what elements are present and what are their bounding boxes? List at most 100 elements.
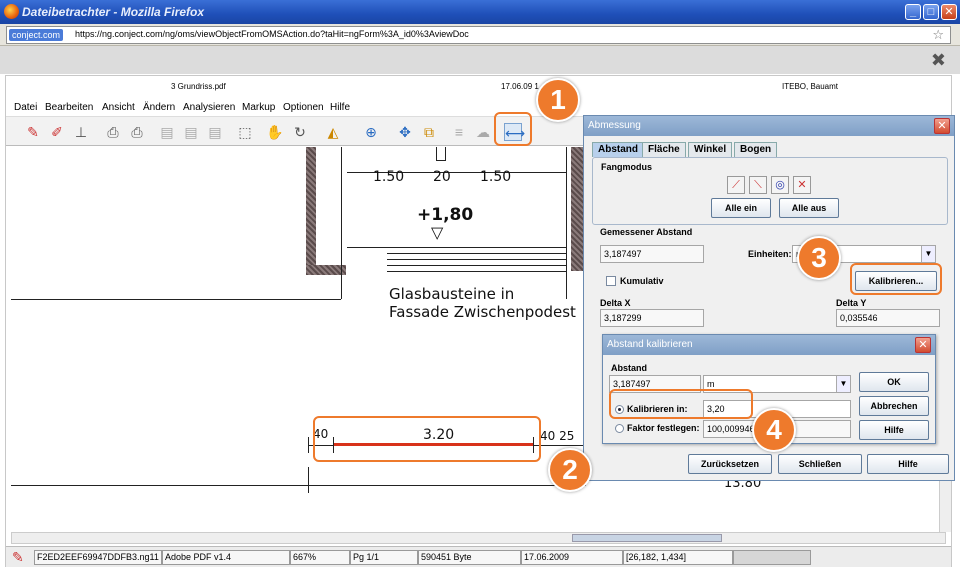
gemessener-abstand-label: Gemessener Abstand bbox=[600, 227, 693, 237]
pan-hand-icon[interactable]: ✋ bbox=[266, 123, 284, 141]
print-preview-icon[interactable]: ⎙ bbox=[128, 123, 146, 141]
window-title: Dateibetrachter - Mozilla Firefox bbox=[22, 5, 205, 19]
menu-aendern[interactable]: Ändern bbox=[143, 102, 175, 113]
plan-line bbox=[341, 147, 342, 299]
snap-midpoint-icon[interactable]: ⟍ bbox=[749, 176, 767, 194]
abstand-label: Abstand bbox=[611, 363, 647, 373]
callout-box-3 bbox=[850, 263, 942, 295]
redline-pen-icon[interactable]: ✎ bbox=[24, 123, 42, 141]
callout-number-1: 1 bbox=[536, 78, 580, 122]
kalibrieren-hilfe-button[interactable]: Hilfe bbox=[859, 420, 929, 440]
drawing-canvas[interactable]: 1.50 20 1.50 +1,80 ▽ Glasbausteine in Fa… bbox=[11, 147, 586, 532]
firefox-icon bbox=[4, 4, 19, 19]
delta-y-field: 0,035546 bbox=[836, 309, 940, 327]
status-filesize: 590451 Byte bbox=[418, 550, 521, 565]
zoom-fit-icon[interactable]: ✥ bbox=[396, 123, 414, 141]
address-bar: conject.com https://ng.conject.com/ng/om… bbox=[0, 24, 960, 46]
plan-line bbox=[11, 485, 586, 486]
header-filename: 3 Grundriss.pdf bbox=[171, 82, 226, 91]
zuruecksetzen-button[interactable]: Zurücksetzen bbox=[688, 454, 772, 474]
tab-bogen[interactable]: Bogen bbox=[734, 142, 778, 157]
schliessen-button[interactable]: Schließen bbox=[778, 454, 862, 474]
delta-x-field: 3,187299 bbox=[600, 309, 704, 327]
status-date: 17.06.2009 bbox=[521, 550, 623, 565]
plan-note: Glasbausteine in bbox=[389, 285, 515, 303]
alle-aus-button[interactable]: Alle aus bbox=[779, 198, 839, 218]
plan-note: Fassade Zwischenpodest bbox=[389, 303, 576, 321]
faktor-festlegen-radio[interactable] bbox=[615, 424, 624, 433]
site-identity-badge[interactable]: conject.com bbox=[9, 29, 64, 41]
url-field[interactable]: conject.com https://ng.conject.com/ng/om… bbox=[6, 26, 951, 44]
menu-optionen[interactable]: Optionen bbox=[283, 102, 324, 113]
kumulativ-checkbox[interactable] bbox=[606, 276, 616, 286]
stamp-icon[interactable]: ⊥ bbox=[72, 123, 90, 141]
close-icon[interactable]: ✕ bbox=[915, 337, 931, 353]
fit-page-icon[interactable]: ⬚ bbox=[236, 123, 254, 141]
minimize-button[interactable]: _ bbox=[905, 4, 921, 20]
stair-line bbox=[387, 253, 567, 254]
contrast-icon[interactable]: ◭ bbox=[324, 123, 342, 141]
next-page-icon[interactable]: ▤ bbox=[206, 123, 224, 141]
callout-box-4 bbox=[609, 389, 753, 419]
fangmodus-label: Fangmodus bbox=[601, 162, 652, 172]
redline-status-icon: ✎ bbox=[12, 549, 24, 565]
bookmark-star-icon[interactable]: ☆ bbox=[932, 27, 944, 43]
close-viewer-icon[interactable]: ✖ bbox=[931, 50, 946, 71]
wall-segment bbox=[306, 265, 346, 275]
close-window-button[interactable]: ✕ bbox=[941, 4, 957, 20]
scrollbar-thumb[interactable] bbox=[572, 534, 722, 542]
dimension-label: 40 25 bbox=[540, 429, 575, 443]
faktor-festlegen-label: Faktor festlegen: bbox=[627, 423, 700, 433]
snap-endpoint-icon[interactable]: ⟋ bbox=[727, 176, 745, 194]
snap-off-icon[interactable]: ✕ bbox=[793, 176, 811, 194]
redline-edit-icon[interactable]: ✐ bbox=[48, 123, 66, 141]
menu-markup[interactable]: Markup bbox=[242, 102, 275, 113]
prev-page-icon[interactable]: ▤ bbox=[182, 123, 200, 141]
chevron-down-icon[interactable]: ▼ bbox=[921, 246, 935, 262]
status-coordinates: [26,182, 1,434] bbox=[623, 550, 733, 565]
tab-winkel[interactable]: Winkel bbox=[688, 142, 733, 157]
abbrechen-button[interactable]: Abbrechen bbox=[859, 396, 929, 416]
callout-number-4: 4 bbox=[752, 408, 796, 452]
rotate-icon[interactable]: ↻ bbox=[291, 123, 309, 141]
tab-abstand[interactable]: Abstand bbox=[592, 142, 644, 157]
unit-value: m bbox=[707, 379, 715, 389]
level-marker-icon: ▽ bbox=[431, 223, 444, 242]
status-zoom: 667% bbox=[290, 550, 350, 565]
compare-icon[interactable]: ☁ bbox=[474, 123, 492, 141]
layers-icon[interactable]: ≡ bbox=[450, 123, 468, 141]
tab-strip: Abstand Fläche Winkel Bogen bbox=[592, 142, 948, 157]
chevron-down-icon[interactable]: ▼ bbox=[836, 376, 850, 392]
browser-titlebar: Dateibetrachter - Mozilla Firefox _ □ ✕ bbox=[0, 0, 960, 24]
page-top-bar: ✖ bbox=[0, 46, 960, 74]
status-progress bbox=[733, 550, 811, 565]
callout-number-2: 2 bbox=[548, 448, 592, 492]
snap-center-icon[interactable]: ◎ bbox=[771, 176, 789, 194]
plan-line bbox=[436, 147, 446, 161]
zoom-icon[interactable]: ⊕ bbox=[362, 123, 380, 141]
print-icon[interactable]: ⎙ bbox=[104, 123, 122, 141]
menu-bearbeiten[interactable]: Bearbeiten bbox=[45, 102, 93, 113]
menu-hilfe[interactable]: Hilfe bbox=[330, 102, 350, 113]
stair-line bbox=[387, 265, 567, 266]
menu-analysieren[interactable]: Analysieren bbox=[183, 102, 235, 113]
plan-line bbox=[11, 299, 341, 300]
header-company: ITEBO, Bauamt bbox=[782, 82, 839, 91]
stair-line bbox=[387, 259, 567, 260]
status-filename: F2ED2EEF69947DDFB3.ng11 bbox=[34, 550, 162, 565]
horizontal-scrollbar[interactable] bbox=[11, 532, 946, 544]
menu-datei[interactable]: Datei bbox=[14, 102, 37, 113]
alle-ein-button[interactable]: Alle ein bbox=[711, 198, 771, 218]
dimension-label: 20 bbox=[433, 169, 451, 185]
zoom-window-icon[interactable]: ⧉ bbox=[420, 123, 438, 141]
close-icon[interactable]: ✕ bbox=[934, 118, 950, 134]
callout-box-2 bbox=[313, 416, 541, 462]
hilfe-button[interactable]: Hilfe bbox=[867, 454, 949, 474]
tab-flaeche[interactable]: Fläche bbox=[642, 142, 686, 157]
first-page-icon[interactable]: ▤ bbox=[158, 123, 176, 141]
maximize-button[interactable]: □ bbox=[923, 4, 939, 20]
ok-button[interactable]: OK bbox=[859, 372, 929, 392]
menu-ansicht[interactable]: Ansicht bbox=[102, 102, 135, 113]
status-page: Pg 1/1 bbox=[350, 550, 418, 565]
delta-y-label: Delta Y bbox=[836, 298, 867, 308]
